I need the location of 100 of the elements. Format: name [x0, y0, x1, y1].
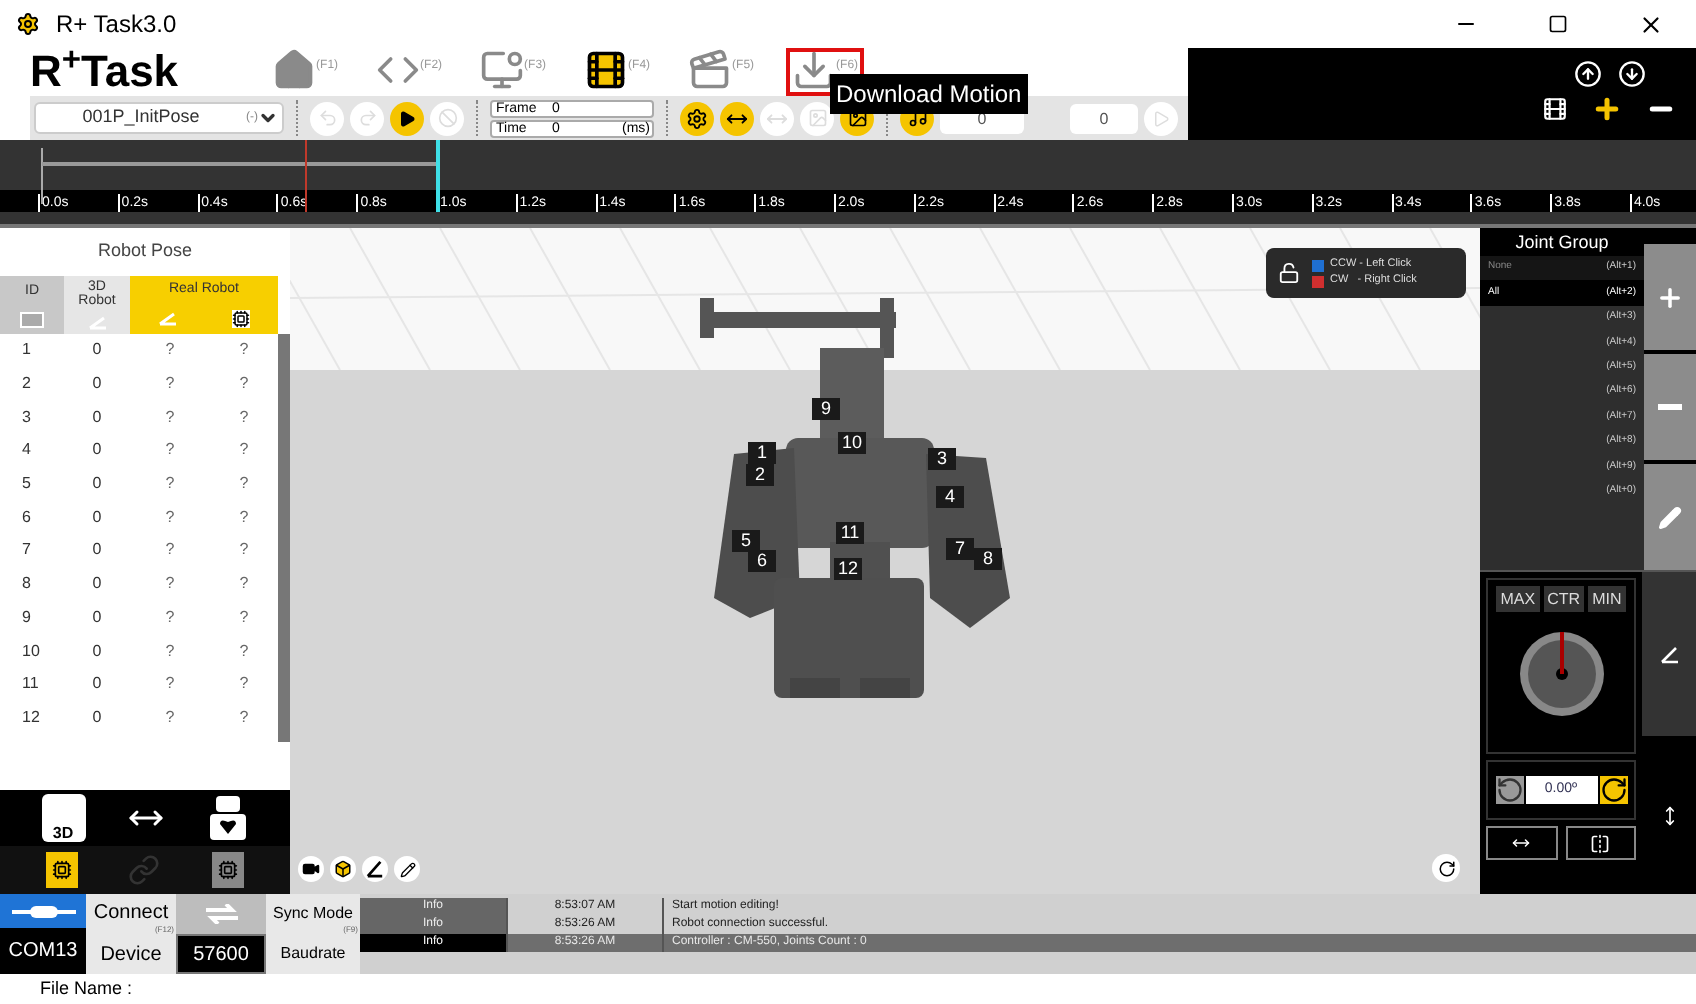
- table-cell-text: ?: [237, 572, 251, 597]
- table-cell-text: ?: [237, 505, 251, 530]
- table-cell-text: 0: [90, 605, 104, 630]
- table-cell-text: 0: [90, 705, 104, 730]
- rotate-cw-icon[interactable]: [1599, 776, 1627, 804]
- joint-label[interactable]: 9: [812, 398, 840, 420]
- remove-button[interactable]: [1644, 354, 1696, 460]
- panel-title: Joint Group: [1480, 228, 1644, 256]
- joint-label[interactable]: 10: [838, 432, 867, 454]
- upload-icon[interactable]: [1574, 60, 1602, 88]
- table-cell-text: 0: [90, 572, 104, 597]
- caret-icon: [258, 108, 278, 128]
- joint-label[interactable]: 11: [836, 522, 864, 544]
- table-cell-text: 9: [20, 605, 33, 630]
- dial-preset-button[interactable]: MAX: [1496, 586, 1540, 612]
- play-icon: [398, 109, 416, 127]
- table-cell-text: 6: [20, 505, 33, 530]
- camera-button[interactable]: [298, 856, 324, 882]
- joint-label[interactable]: 1: [748, 442, 776, 464]
- file-name-label: File Name :: [40, 975, 133, 1002]
- table-cell-text: ?: [237, 372, 251, 397]
- dial-preset-button[interactable]: MIN: [1588, 586, 1626, 612]
- table-cell-text: ?: [163, 372, 177, 397]
- robot-3d-icon: 3D: [41, 794, 85, 842]
- table-cell-text: ?: [237, 672, 251, 697]
- table-cell-text: ?: [163, 605, 177, 630]
- mirror-pose-button[interactable]: [1565, 826, 1636, 860]
- play-button[interactable]: [390, 101, 424, 135]
- joint-label[interactable]: 7: [946, 538, 974, 560]
- pencil-icon: [399, 861, 415, 877]
- port-label: COM13: [0, 928, 86, 974]
- film-icon[interactable]: [1542, 96, 1568, 122]
- app-icon: [16, 12, 40, 36]
- download-icon[interactable]: [1618, 60, 1646, 88]
- film-icon: [584, 48, 629, 92]
- table-cell-text: 0: [90, 639, 104, 664]
- pencil-icon: [1658, 505, 1682, 529]
- rotate-ccw-icon[interactable]: [1495, 776, 1523, 804]
- joint-label[interactable]: 6: [748, 550, 776, 572]
- table-cell-text: ?: [163, 472, 177, 497]
- angle-icon: [366, 860, 384, 878]
- table-cell-text: ?: [163, 639, 177, 664]
- close-icon: [1637, 11, 1663, 37]
- cube-icon: [334, 860, 352, 878]
- app-logo: R$^{+}$Task: [30, 48, 179, 96]
- joint-label[interactable]: 5: [732, 530, 760, 552]
- mirror-button[interactable]: [720, 101, 754, 135]
- table-cell-text: 3: [20, 405, 33, 430]
- table-cell-text: 10: [20, 639, 42, 664]
- baud-value: 57600: [176, 934, 266, 974]
- reset-pose-button[interactable]: [1486, 826, 1557, 860]
- flip-icon: [1590, 833, 1611, 853]
- rotate-view-button[interactable]: [1432, 854, 1460, 882]
- table-cell-text: ?: [237, 605, 251, 630]
- double-arrow-icon: [1512, 834, 1531, 852]
- table-cell-text: ?: [237, 472, 251, 497]
- gear-icon: [686, 107, 708, 129]
- angle-icon: [87, 316, 107, 330]
- number-field[interactable]: 0: [1070, 103, 1138, 133]
- joint-label[interactable]: 3: [928, 448, 956, 470]
- rotate-icon: [1437, 859, 1455, 877]
- chip-icon: [218, 860, 239, 880]
- edit-button[interactable]: [1644, 464, 1696, 570]
- table-cell-text: 0: [90, 405, 104, 430]
- angle-icon: [1659, 645, 1679, 663]
- table-cell-text: ?: [163, 438, 177, 463]
- robot-chip-button[interactable]: [45, 852, 78, 888]
- angle-button[interactable]: [362, 856, 388, 882]
- ban-icon: [437, 108, 457, 128]
- joint-label[interactable]: 4: [936, 486, 964, 508]
- joint-label[interactable]: 8: [974, 548, 1002, 570]
- add-button[interactable]: [1644, 244, 1696, 350]
- connect-plug-button[interactable]: [0, 894, 86, 928]
- table-cell-text: ?: [237, 705, 251, 730]
- angle-dial-icon[interactable]: [1515, 628, 1607, 720]
- table-cell-text: ?: [163, 505, 177, 530]
- joint-label[interactable]: 2: [746, 464, 774, 486]
- scrollbar[interactable]: [278, 334, 290, 742]
- image-button[interactable]: [800, 101, 834, 135]
- table-cell-text: 5: [20, 472, 33, 497]
- window-title: R+ Task3.0: [56, 8, 177, 42]
- device-label: Device: [98, 941, 164, 969]
- undo-icon: [317, 108, 337, 128]
- minus-icon: [1658, 404, 1682, 410]
- dial-preset-button[interactable]: CTR: [1543, 586, 1585, 612]
- table-cell-text: 8: [20, 572, 33, 597]
- table-cell-text: ?: [163, 405, 177, 430]
- settings-button[interactable]: [680, 101, 714, 135]
- pencil-button[interactable]: [394, 856, 420, 882]
- swap-arrows-icon: [201, 904, 241, 924]
- robot-chip-button[interactable]: [212, 852, 245, 888]
- table-cell-text: ?: [237, 639, 251, 664]
- table-cell-text: 0: [90, 338, 104, 363]
- table-cell-text: ?: [237, 438, 251, 463]
- music-note-icon: [907, 108, 927, 128]
- monitor-icon: [480, 48, 525, 92]
- home-icon: [272, 48, 317, 92]
- add-icon[interactable]: [1592, 94, 1622, 124]
- cube-button[interactable]: [330, 856, 356, 882]
- joint-label[interactable]: 12: [834, 558, 863, 580]
